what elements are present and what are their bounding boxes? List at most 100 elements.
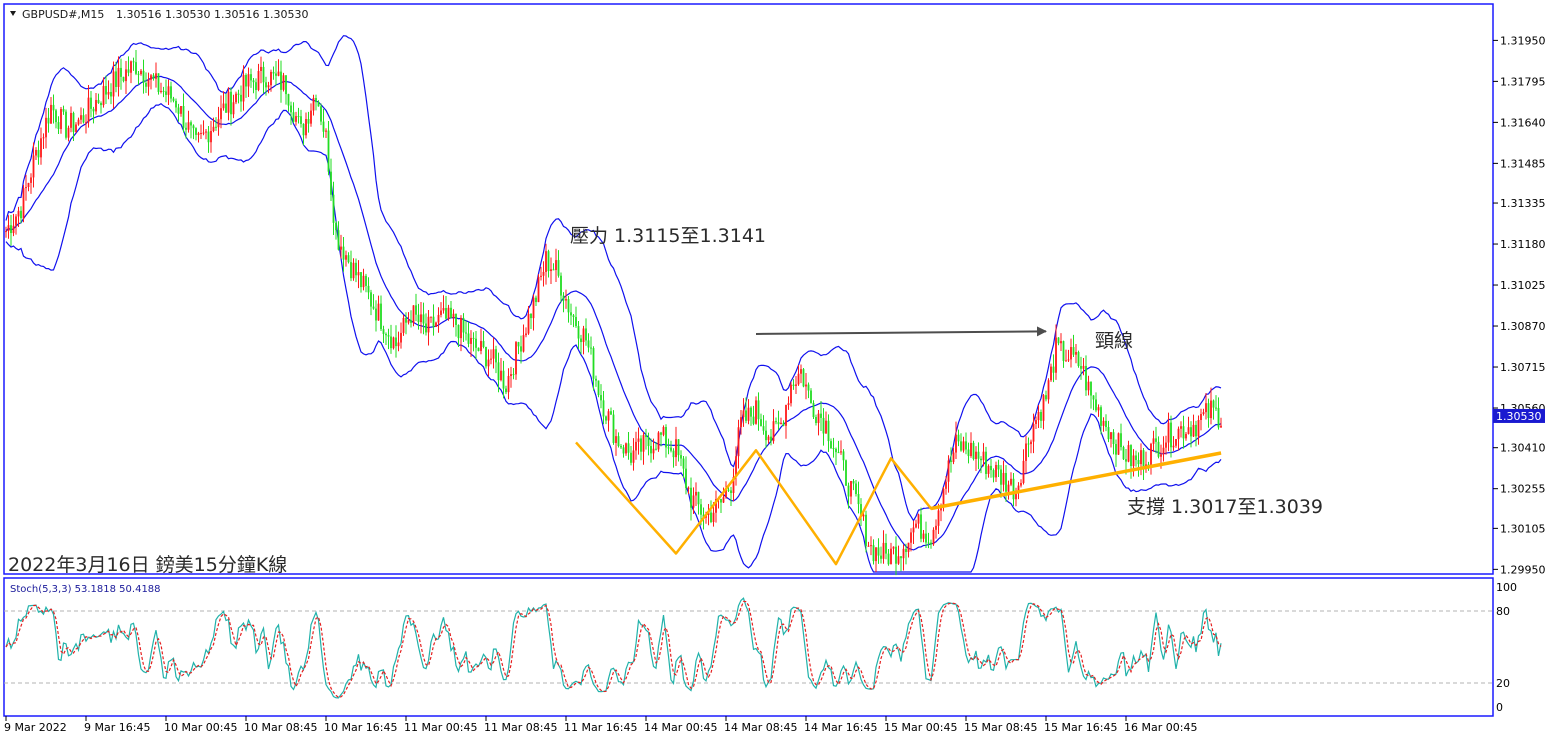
candle-body [785, 405, 787, 426]
candle-body [795, 384, 797, 386]
candle-body [835, 448, 837, 453]
stoch-tick-label: 100 [1496, 581, 1517, 594]
candle-body [327, 130, 330, 172]
candle-body [337, 230, 340, 250]
price-tick-label: 1.31485 [1500, 157, 1546, 170]
candle-body [1170, 422, 1172, 448]
candle-body [485, 346, 487, 367]
candle-body [467, 333, 470, 344]
candle-body [455, 313, 457, 325]
candle-body [110, 91, 112, 97]
candle-body [787, 403, 790, 406]
time-tick-label: 15 Mar 00:45 [884, 721, 957, 734]
candle-body [492, 349, 495, 359]
candle-body [367, 285, 370, 293]
candle-body [532, 297, 535, 319]
candle-body [547, 251, 550, 272]
candle-body [312, 97, 315, 111]
candle-body [1112, 432, 1115, 445]
candle-body [1062, 341, 1065, 361]
candle-body [422, 314, 425, 324]
candle-body [1110, 432, 1112, 440]
candle-body [1215, 407, 1217, 409]
candle-body [407, 320, 410, 323]
candle-body [457, 324, 460, 339]
candle-body [1072, 347, 1075, 355]
candle-body [645, 435, 647, 438]
candle-body [1057, 337, 1060, 344]
candle-body [577, 326, 580, 339]
candle-body [1137, 460, 1140, 465]
candle-body [510, 374, 512, 376]
candle-body [377, 303, 380, 321]
candle-body [257, 70, 260, 90]
candle-body [440, 310, 442, 315]
candle-body [895, 546, 897, 564]
candle-body [587, 340, 590, 348]
candle-body [285, 75, 287, 95]
candle-body [295, 116, 297, 122]
candle-body [95, 99, 97, 112]
candle-body [442, 308, 445, 311]
price-tick-label: 1.31335 [1500, 197, 1546, 210]
candle-body [855, 483, 857, 495]
candle-body [927, 542, 930, 544]
candle-body [500, 370, 502, 381]
candle-body [652, 448, 655, 454]
candle-body [187, 122, 190, 130]
candle-body [822, 417, 825, 434]
candle-body [262, 66, 265, 83]
candle-body [470, 337, 472, 344]
candle-body [310, 110, 312, 124]
stoch-tick-label: 0 [1496, 701, 1503, 714]
candle-body [67, 127, 70, 138]
candle-body [322, 121, 325, 132]
candle-body [355, 262, 357, 276]
candle-body [1150, 443, 1152, 466]
candle-body [695, 491, 697, 496]
candle-body [1035, 420, 1037, 424]
candle-body [447, 307, 450, 319]
candle-body [350, 262, 352, 279]
candle-body [557, 260, 560, 276]
candle-body [260, 66, 262, 71]
candle-body [825, 420, 827, 434]
candle-body [892, 546, 895, 549]
candle-body [1005, 472, 1007, 492]
candle-body [125, 69, 127, 82]
candle-body [60, 108, 62, 129]
candle-body [897, 556, 900, 564]
candle-body [885, 542, 887, 554]
candle-body [267, 85, 270, 88]
candle-body [1067, 359, 1070, 361]
candle-body [382, 329, 385, 334]
candle-body [607, 411, 610, 421]
candle-body [197, 133, 200, 135]
candle-body [995, 464, 997, 478]
symbol-label: GBPUSD#,M15 [22, 8, 104, 21]
price-tick-label: 1.30870 [1500, 320, 1546, 333]
candle-body [180, 106, 182, 114]
candle-body [935, 525, 937, 530]
time-tick-label: 14 Mar 08:45 [724, 721, 797, 734]
candle-body [215, 126, 217, 128]
candle-body [242, 75, 245, 102]
candle-body [1182, 426, 1185, 439]
candle-body [397, 342, 400, 347]
candle-body [1200, 414, 1202, 420]
candle-body [1105, 420, 1107, 428]
candle-body [595, 378, 597, 381]
candle-body [815, 417, 817, 424]
candle-body [72, 112, 75, 132]
candle-body [62, 108, 65, 112]
current-price-value: 1.30530 [1496, 410, 1542, 423]
candle-body [272, 71, 275, 74]
candle-body [165, 91, 167, 95]
candle-body [147, 79, 150, 87]
candle-body [1070, 347, 1072, 360]
candle-body [432, 316, 435, 327]
candle-body [335, 222, 337, 231]
candle-body [1097, 407, 1100, 411]
candle-body [852, 480, 855, 484]
candle-body [635, 441, 637, 451]
